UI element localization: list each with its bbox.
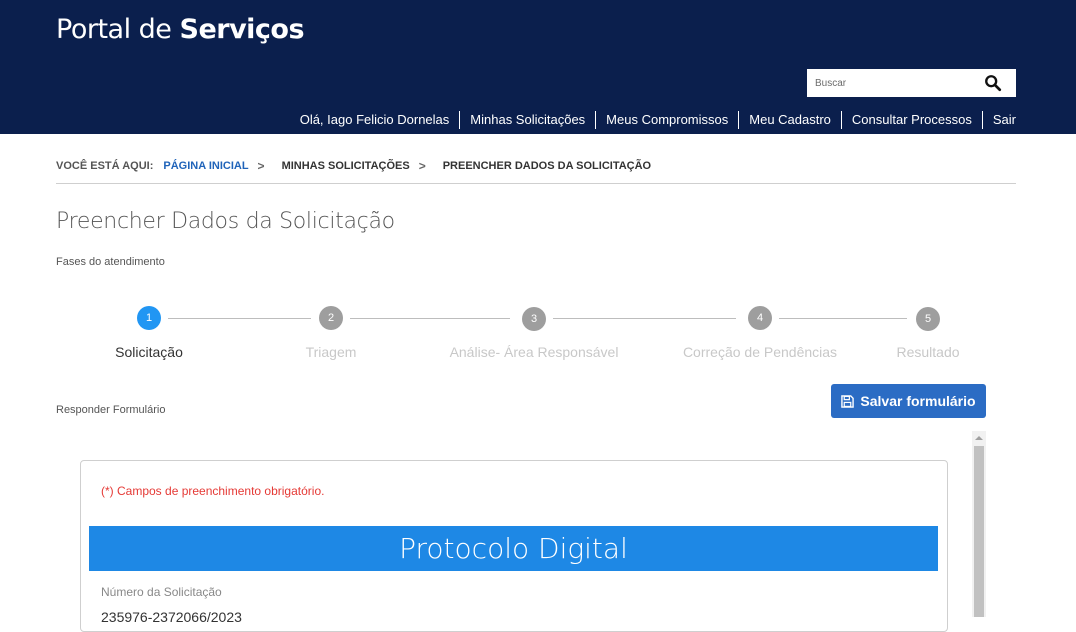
step-4-marker: 4 [748, 306, 772, 330]
nav-sair[interactable]: Sair [981, 111, 1016, 129]
top-nav: Olá, Iago Felicio Dornelas Minhas Solici… [290, 111, 1016, 129]
search-icon[interactable] [984, 74, 1002, 92]
site-header: Portal de Serviços Olá, Iago Felicio Dor… [0, 0, 1076, 134]
save-form-button[interactable]: Salvar formulário [831, 384, 986, 418]
required-fields-note: (*) Campos de preenchimento obrigatório. [101, 484, 325, 498]
brand-bold: Serviços [179, 14, 305, 45]
step-5-marker: 5 [916, 307, 940, 331]
step-3-marker: 3 [522, 307, 546, 331]
scrollbar-thumb[interactable] [974, 446, 984, 617]
form-card: (*) Campos de preenchimento obrigatório.… [80, 460, 948, 632]
brand-regular: Portal de [56, 14, 180, 45]
nav-meu-cadastro[interactable]: Meu Cadastro [738, 111, 841, 129]
breadcrumb-current: PREENCHER DADOS DA SOLICITAÇÃO [442, 160, 652, 172]
request-number-value: 235976-2372066/2023 [101, 609, 242, 625]
step-1-marker: 1 [137, 306, 161, 330]
step-2-marker: 2 [319, 306, 343, 330]
step-5-label: Resultado [896, 344, 960, 360]
step-connector [168, 318, 311, 319]
request-number-label: Número da Solicitação [101, 585, 222, 599]
breadcrumb-home[interactable]: PÁGINA INICIAL [163, 160, 248, 172]
save-form-button-label: Salvar formulário [860, 393, 976, 409]
breadcrumb-prefix: VOCÊ ESTÁ AQUI: [56, 160, 154, 172]
respond-form-label: Responder Formulário [56, 404, 166, 416]
step-connector [553, 318, 736, 319]
step-1-label: Solicitação [115, 344, 183, 360]
breadcrumb-divider [56, 183, 1016, 184]
breadcrumb-separator: > [418, 159, 426, 173]
scroll-up-arrow-icon[interactable] [972, 431, 986, 445]
breadcrumb: VOCÊ ESTÁ AQUI: PÁGINA INICIAL > MINHAS … [56, 159, 651, 173]
breadcrumb-separator: > [257, 159, 265, 173]
page-title: Preencher Dados da Solicitação [56, 209, 395, 234]
step-2-label: Triagem [305, 344, 357, 360]
floppy-disk-icon [841, 394, 855, 408]
nav-user-greeting[interactable]: Olá, Iago Felicio Dornelas [290, 111, 460, 129]
step-connector [350, 318, 510, 319]
breadcrumb-minhas-solicitacoes[interactable]: MINHAS SOLICITAÇÕES [282, 160, 410, 172]
step-4-label: Correção de Pendências [682, 344, 838, 360]
phases-label: Fases do atendimento [56, 256, 165, 268]
step-3-label: Análise- Área Responsável [449, 344, 619, 360]
nav-consultar-processos[interactable]: Consultar Processos [840, 111, 982, 129]
search-box [807, 69, 1016, 97]
brand-logo[interactable]: Portal de Serviços [56, 14, 305, 45]
search-input[interactable] [807, 69, 985, 97]
nav-meus-compromissos[interactable]: Meus Compromissos [595, 111, 738, 129]
form-banner-title: Protocolo Digital [89, 526, 938, 571]
step-connector [779, 318, 907, 319]
nav-minhas-solicitacoes[interactable]: Minhas Solicitações [459, 111, 595, 129]
